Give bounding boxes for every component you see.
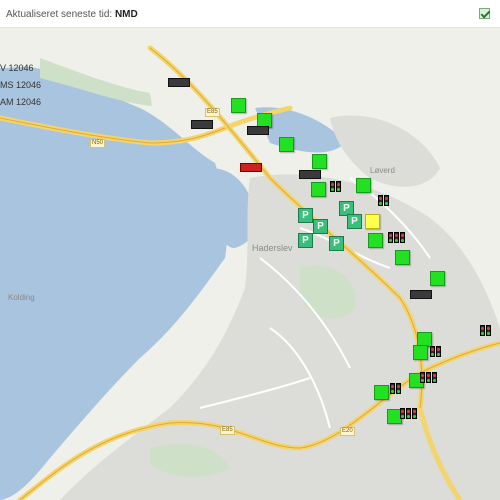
parking-marker[interactable]: P xyxy=(329,236,344,251)
road-closed-marker[interactable] xyxy=(240,163,262,172)
traffic-light-icon[interactable] xyxy=(430,346,441,357)
town-label: Haderslev xyxy=(252,243,293,253)
district-label: Løverd xyxy=(370,166,395,175)
traffic-light-icon[interactable] xyxy=(400,408,417,419)
traffic-light-icon[interactable] xyxy=(330,181,341,192)
traffic-map[interactable]: V 12046 MS 12046 AM 12046 Haderslev Kold… xyxy=(0,28,500,500)
road-sign-marker[interactable] xyxy=(410,290,432,299)
traffic-status-marker[interactable] xyxy=(430,271,445,286)
layer-toggle-checkbox[interactable] xyxy=(479,8,490,19)
map-base xyxy=(0,28,500,500)
parking-marker[interactable]: P xyxy=(347,214,362,229)
header-label-prefix: Aktualiseret seneste tid: xyxy=(6,9,113,20)
legend-line: V 12046 xyxy=(0,63,34,73)
header-label: Aktualiseret seneste tid: NMD xyxy=(6,9,138,20)
road-label: N50 xyxy=(90,139,106,148)
header-label-value: NMD xyxy=(114,9,138,20)
traffic-status-marker[interactable] xyxy=(413,345,428,360)
traffic-status-marker[interactable] xyxy=(231,98,246,113)
road-label: E20 xyxy=(340,427,355,436)
traffic-status-marker[interactable] xyxy=(395,250,410,265)
parking-marker[interactable]: P xyxy=(298,233,313,248)
traffic-status-marker[interactable] xyxy=(368,233,383,248)
traffic-status-marker[interactable] xyxy=(356,178,371,193)
parking-marker[interactable]: P xyxy=(313,219,328,234)
traffic-light-icon[interactable] xyxy=(388,232,405,243)
legend-line: AM 12046 xyxy=(0,97,42,107)
road-sign-marker[interactable] xyxy=(168,78,190,87)
map-legend: V 12046 MS 12046 AM 12046 xyxy=(0,60,41,111)
road-sign-marker[interactable] xyxy=(191,120,213,129)
parking-marker[interactable]: P xyxy=(298,208,313,223)
road-label: E85 xyxy=(205,108,220,117)
road-label: E85 xyxy=(220,426,235,435)
road-sign-marker[interactable] xyxy=(299,170,321,179)
traffic-light-icon[interactable] xyxy=(420,372,437,383)
road-sign-marker[interactable] xyxy=(247,126,269,135)
legend-line: MS 12046 xyxy=(0,80,42,90)
traffic-status-marker-warning[interactable] xyxy=(365,214,380,229)
bay-label: Kolding xyxy=(8,293,35,302)
traffic-light-icon[interactable] xyxy=(390,383,401,394)
traffic-light-icon[interactable] xyxy=(480,325,491,336)
traffic-status-marker[interactable] xyxy=(374,385,389,400)
traffic-light-icon[interactable] xyxy=(378,195,389,206)
map-header: Aktualiseret seneste tid: NMD xyxy=(0,0,500,28)
traffic-status-marker[interactable] xyxy=(311,182,326,197)
traffic-status-marker[interactable] xyxy=(312,154,327,169)
traffic-status-marker[interactable] xyxy=(279,137,294,152)
